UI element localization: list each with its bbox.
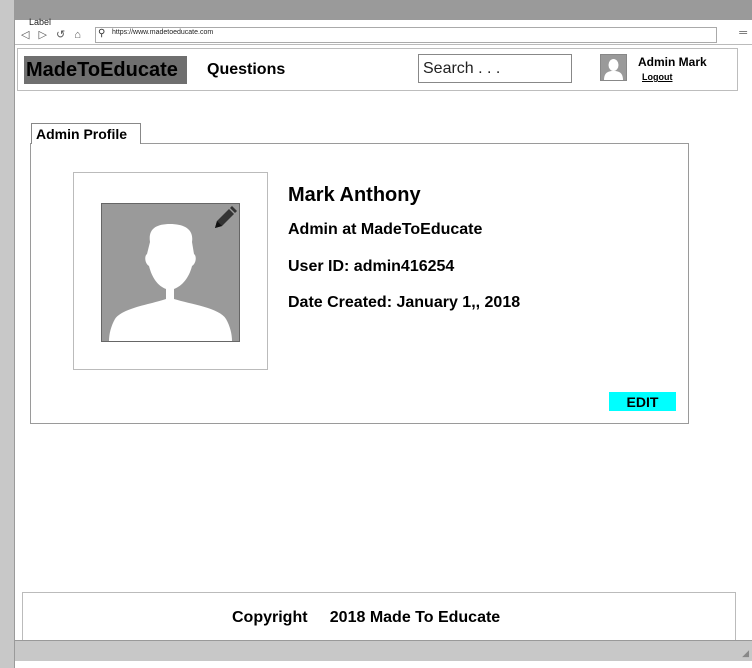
nav-link-questions[interactable]: Questions — [207, 61, 285, 79]
title-bar — [15, 0, 752, 20]
profile-photo — [101, 203, 240, 342]
site-footer: Copyright 2018 Made To Educate — [22, 592, 736, 640]
address-bar: ◁ ▷ ↺ ⌂ ⚲ https://www.madetoeducate.com … — [15, 26, 752, 45]
logout-link[interactable]: Logout — [642, 72, 673, 82]
menu-icon[interactable]: ═ — [739, 27, 747, 39]
user-avatar-icon[interactable] — [600, 54, 627, 81]
browser-nav-icons[interactable]: ◁ ▷ ↺ ⌂ — [21, 28, 84, 41]
profile-date-created: Date Created: January 1,, 2018 — [288, 294, 521, 311]
edit-profile-button[interactable]: EDIT — [609, 392, 676, 411]
url-field[interactable]: ⚲ https://www.madetoeducate.com — [95, 27, 717, 43]
copyright-text: Copyright 2018 Made To Educate — [232, 609, 501, 626]
search-input[interactable] — [418, 54, 572, 83]
profile-panel: Mark Anthony Admin at MadeToEducate User… — [30, 143, 689, 424]
search-icon: ⚲ — [98, 28, 106, 39]
tab-admin-profile[interactable]: Admin Profile — [31, 123, 141, 144]
url-text: https://www.madetoeducate.com — [112, 29, 214, 36]
pencil-icon[interactable] — [213, 206, 237, 230]
user-name: Admin Mark — [638, 55, 707, 69]
profile-user-id: User ID: admin416254 — [288, 258, 455, 275]
profile-photo-frame — [73, 172, 268, 370]
browser-window: Label ◁ ▷ ↺ ⌂ ⚲ https://www.madetoeducat… — [14, 0, 752, 668]
site-logo[interactable]: MadeToEducate — [24, 56, 187, 84]
status-bar: ◢ — [15, 640, 752, 661]
resize-grip-icon[interactable]: ◢ — [742, 648, 749, 659]
profile-role: Admin at MadeToEducate — [288, 221, 483, 238]
site-header: MadeToEducate Questions Admin Mark Logou… — [17, 48, 738, 91]
profile-full-name: Mark Anthony — [288, 184, 421, 206]
